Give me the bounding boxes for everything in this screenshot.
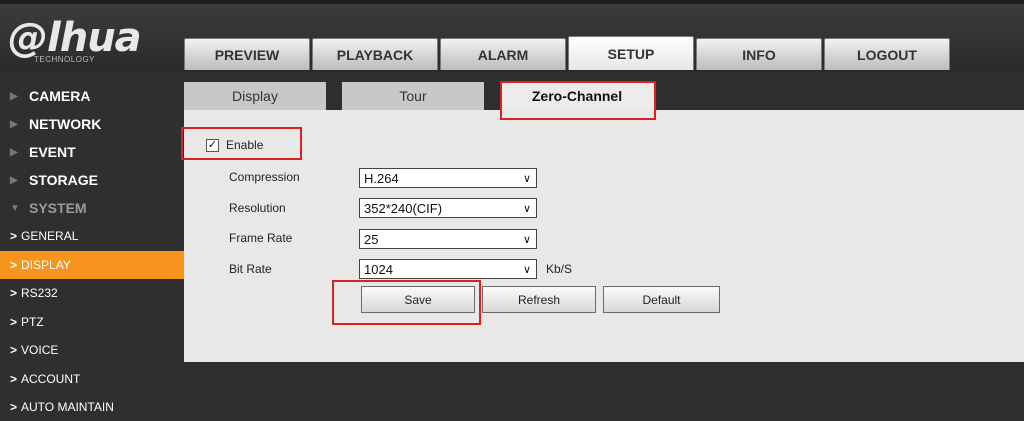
- collapsed-arrow-icon: ▶: [10, 90, 18, 102]
- chevron-right-icon: >: [10, 286, 18, 301]
- resolution-select[interactable]: 352*240(CIF) ∨: [359, 198, 537, 218]
- app-root: @lhua TECHNOLOGY PREVIEW PLAYBACK ALARM …: [0, 0, 1024, 421]
- compression-label: Compression: [229, 170, 300, 184]
- sidebar-subitem-account[interactable]: > ACCOUNT: [0, 365, 184, 394]
- sidebar-subitem-ptz[interactable]: > PTZ: [0, 308, 184, 337]
- sidebar-subitem-label: PTZ: [21, 314, 44, 329]
- default-button[interactable]: Default: [603, 286, 720, 313]
- bit-rate-unit: Kb/S: [546, 262, 573, 276]
- frame-rate-select[interactable]: 25 ∨: [359, 229, 537, 249]
- tab-alarm[interactable]: ALARM: [440, 38, 566, 70]
- brand-tagline: TECHNOLOGY: [34, 55, 96, 64]
- tab-info[interactable]: INFO: [696, 38, 822, 70]
- compression-select[interactable]: H.264 ∨: [359, 168, 537, 188]
- highlight-box-enable: [181, 127, 302, 160]
- top-navigation: PREVIEW PLAYBACK ALARM SETUP INFO LOGOUT: [184, 34, 952, 72]
- chevron-down-icon: ∨: [522, 263, 531, 276]
- sidebar-item-label: EVENT: [29, 144, 76, 160]
- expanded-arrow-icon: ▼: [10, 202, 20, 214]
- sidebar-item-camera[interactable]: ▶ CAMERA: [0, 82, 184, 110]
- frame-rate-label: Frame Rate: [229, 231, 293, 245]
- tab-playback[interactable]: PLAYBACK: [312, 38, 438, 70]
- highlight-box-save: [332, 280, 481, 325]
- sidebar-item-storage[interactable]: ▶ STORAGE: [0, 166, 184, 194]
- sidebar-subitem-display[interactable]: > DISPLAY: [0, 250, 184, 279]
- collapsed-arrow-icon: ▶: [10, 174, 18, 186]
- tab-preview[interactable]: PREVIEW: [184, 38, 310, 70]
- resolution-value: 352*240(CIF): [364, 200, 443, 216]
- sidebar-item-network[interactable]: ▶ NETWORK: [0, 110, 184, 138]
- sidebar-subitem-label: DISPLAY: [21, 257, 71, 272]
- sidebar-subitem-auto-maintain[interactable]: > AUTO MAINTAIN: [0, 393, 184, 421]
- bit-rate-value: 1024: [364, 261, 393, 277]
- collapsed-arrow-icon: ▶: [10, 146, 18, 158]
- sidebar-subitem-voice[interactable]: > VOICE: [0, 336, 184, 365]
- sidebar-subitem-label: VOICE: [21, 343, 59, 358]
- highlight-box-zero-channel: [500, 81, 656, 120]
- brand-logo: @lhua: [8, 15, 142, 61]
- tab-logout[interactable]: LOGOUT: [824, 38, 950, 70]
- chevron-right-icon: >: [10, 229, 18, 244]
- sidebar-subitem-label: ACCOUNT: [21, 371, 81, 386]
- sidebar-subitem-label: RS232: [21, 286, 58, 301]
- sidebar-item-event[interactable]: ▶ EVENT: [0, 138, 184, 166]
- chevron-down-icon: ∨: [522, 172, 531, 185]
- sidebar-item-label: CAMERA: [29, 88, 91, 104]
- sidebar-item-label: STORAGE: [29, 172, 98, 188]
- chevron-down-icon: ∨: [522, 202, 531, 215]
- resolution-label: Resolution: [229, 201, 286, 215]
- bit-rate-label: Bit Rate: [229, 262, 272, 276]
- chevron-right-icon: >: [10, 400, 18, 415]
- subtab-tour[interactable]: Tour: [342, 82, 484, 110]
- chevron-right-icon: >: [10, 343, 18, 358]
- collapsed-arrow-icon: ▶: [10, 118, 18, 130]
- sidebar-item-system[interactable]: ▼ SYSTEM: [0, 194, 184, 222]
- settings-panel: [184, 110, 1024, 362]
- sidebar: ▶ CAMERA ▶ NETWORK ▶ EVENT ▶ STORAGE ▼ S…: [0, 82, 184, 421]
- chevron-right-icon: >: [10, 257, 18, 272]
- sidebar-item-label: SYSTEM: [29, 200, 87, 216]
- sidebar-subitem-label: GENERAL: [21, 229, 79, 244]
- bit-rate-select[interactable]: 1024 ∨: [359, 259, 537, 279]
- sidebar-subitem-rs232[interactable]: > RS232: [0, 279, 184, 308]
- sidebar-subitem-general[interactable]: > GENERAL: [0, 222, 184, 251]
- chevron-right-icon: >: [10, 314, 18, 329]
- tab-setup[interactable]: SETUP: [568, 36, 694, 70]
- sidebar-subitem-label: AUTO MAINTAIN: [21, 400, 114, 415]
- chevron-down-icon: ∨: [522, 233, 531, 246]
- frame-rate-value: 25: [364, 231, 379, 247]
- refresh-button[interactable]: Refresh: [482, 286, 596, 313]
- subtab-display[interactable]: Display: [184, 82, 326, 110]
- compression-value: H.264: [364, 170, 399, 186]
- sidebar-item-label: NETWORK: [29, 116, 102, 132]
- chevron-right-icon: >: [10, 371, 18, 386]
